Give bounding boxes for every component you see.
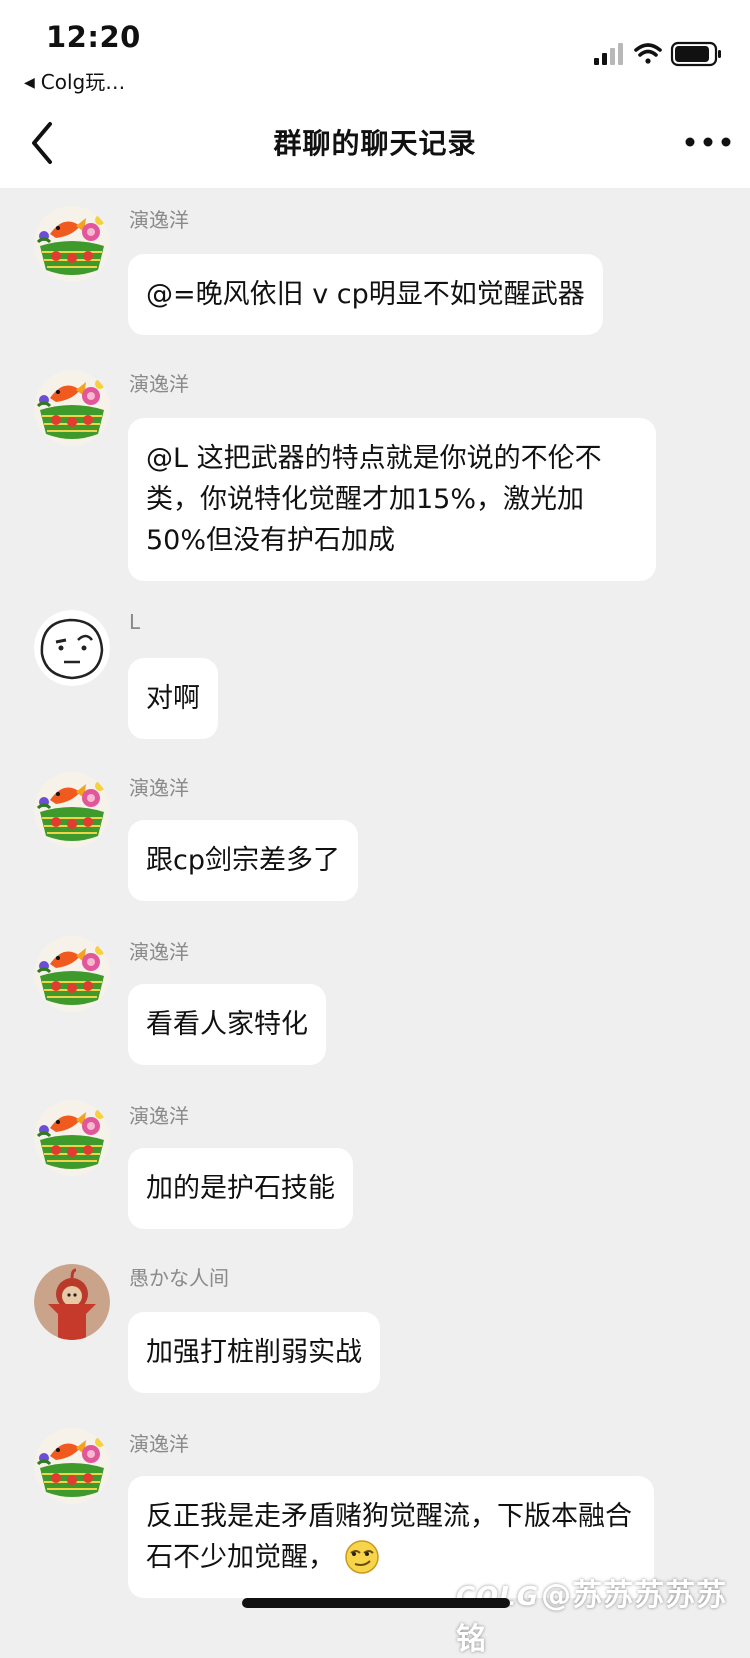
avatar[interactable] (34, 1428, 110, 1504)
more-button[interactable] (684, 134, 732, 150)
message-bubble[interactable]: 看看人家特化 (128, 984, 326, 1065)
avatar[interactable] (34, 370, 110, 446)
status-icons (594, 41, 721, 67)
back-triangle-icon: ◀ (24, 75, 35, 91)
avatar[interactable] (34, 1100, 110, 1176)
message-bubble[interactable]: 跟cp剑宗差多了 (128, 820, 358, 901)
smirk-emoji-icon (344, 1540, 379, 1574)
page-title: 群聊的聊天记录 (273, 127, 477, 160)
battery-icon (670, 41, 721, 67)
sender-name: 演逸洋 (129, 940, 189, 964)
sender-name: 演逸洋 (129, 208, 189, 232)
top-bar: 12:20 ◀ Colg玩… 群聊的聊天记录 (0, 0, 750, 188)
doodle-face-avatar (34, 610, 110, 686)
message-bubble[interactable]: @=晚风依旧 v cp明显不如觉醒武器 (128, 254, 603, 335)
avatar[interactable] (34, 936, 110, 1012)
cellular-signal-icon (594, 43, 623, 65)
message-bubble[interactable]: 对啊 (128, 658, 218, 739)
sender-name: 演逸洋 (129, 1104, 189, 1128)
avatar[interactable] (34, 610, 110, 686)
message-bubble[interactable]: 加的是护石技能 (128, 1148, 353, 1229)
sender-name: 演逸洋 (129, 1432, 189, 1456)
sender-name: 愚かな人间 (129, 1266, 229, 1290)
sender-name: L (129, 610, 141, 634)
sender-name: 演逸洋 (129, 776, 189, 800)
watermark: COLG@苏苏苏苏苏铭 (456, 1570, 750, 1658)
status-time: 12:20 (46, 20, 141, 54)
home-indicator[interactable] (242, 1598, 510, 1608)
more-dots-icon (685, 137, 731, 147)
message-bubble[interactable]: 加强打桩削弱实战 (128, 1312, 380, 1393)
avatar[interactable] (34, 206, 110, 282)
back-app-label: Colg玩… (40, 70, 126, 94)
back-to-app-link[interactable]: ◀ Colg玩… (24, 66, 125, 95)
sender-name: 演逸洋 (129, 372, 189, 396)
avatar[interactable] (34, 1264, 110, 1340)
wifi-icon (634, 43, 662, 64)
avatar[interactable] (34, 772, 110, 848)
message-text: 反正我是走矛盾赌狗觉醒流，下版本融合石不少加觉醒， (146, 1501, 632, 1573)
red-teletubby-avatar (34, 1264, 110, 1340)
message-bubble[interactable]: @L 这把武器的特点就是你说的不伦不类，你说特化觉醒才加15%，激光加50%但没… (128, 418, 656, 581)
